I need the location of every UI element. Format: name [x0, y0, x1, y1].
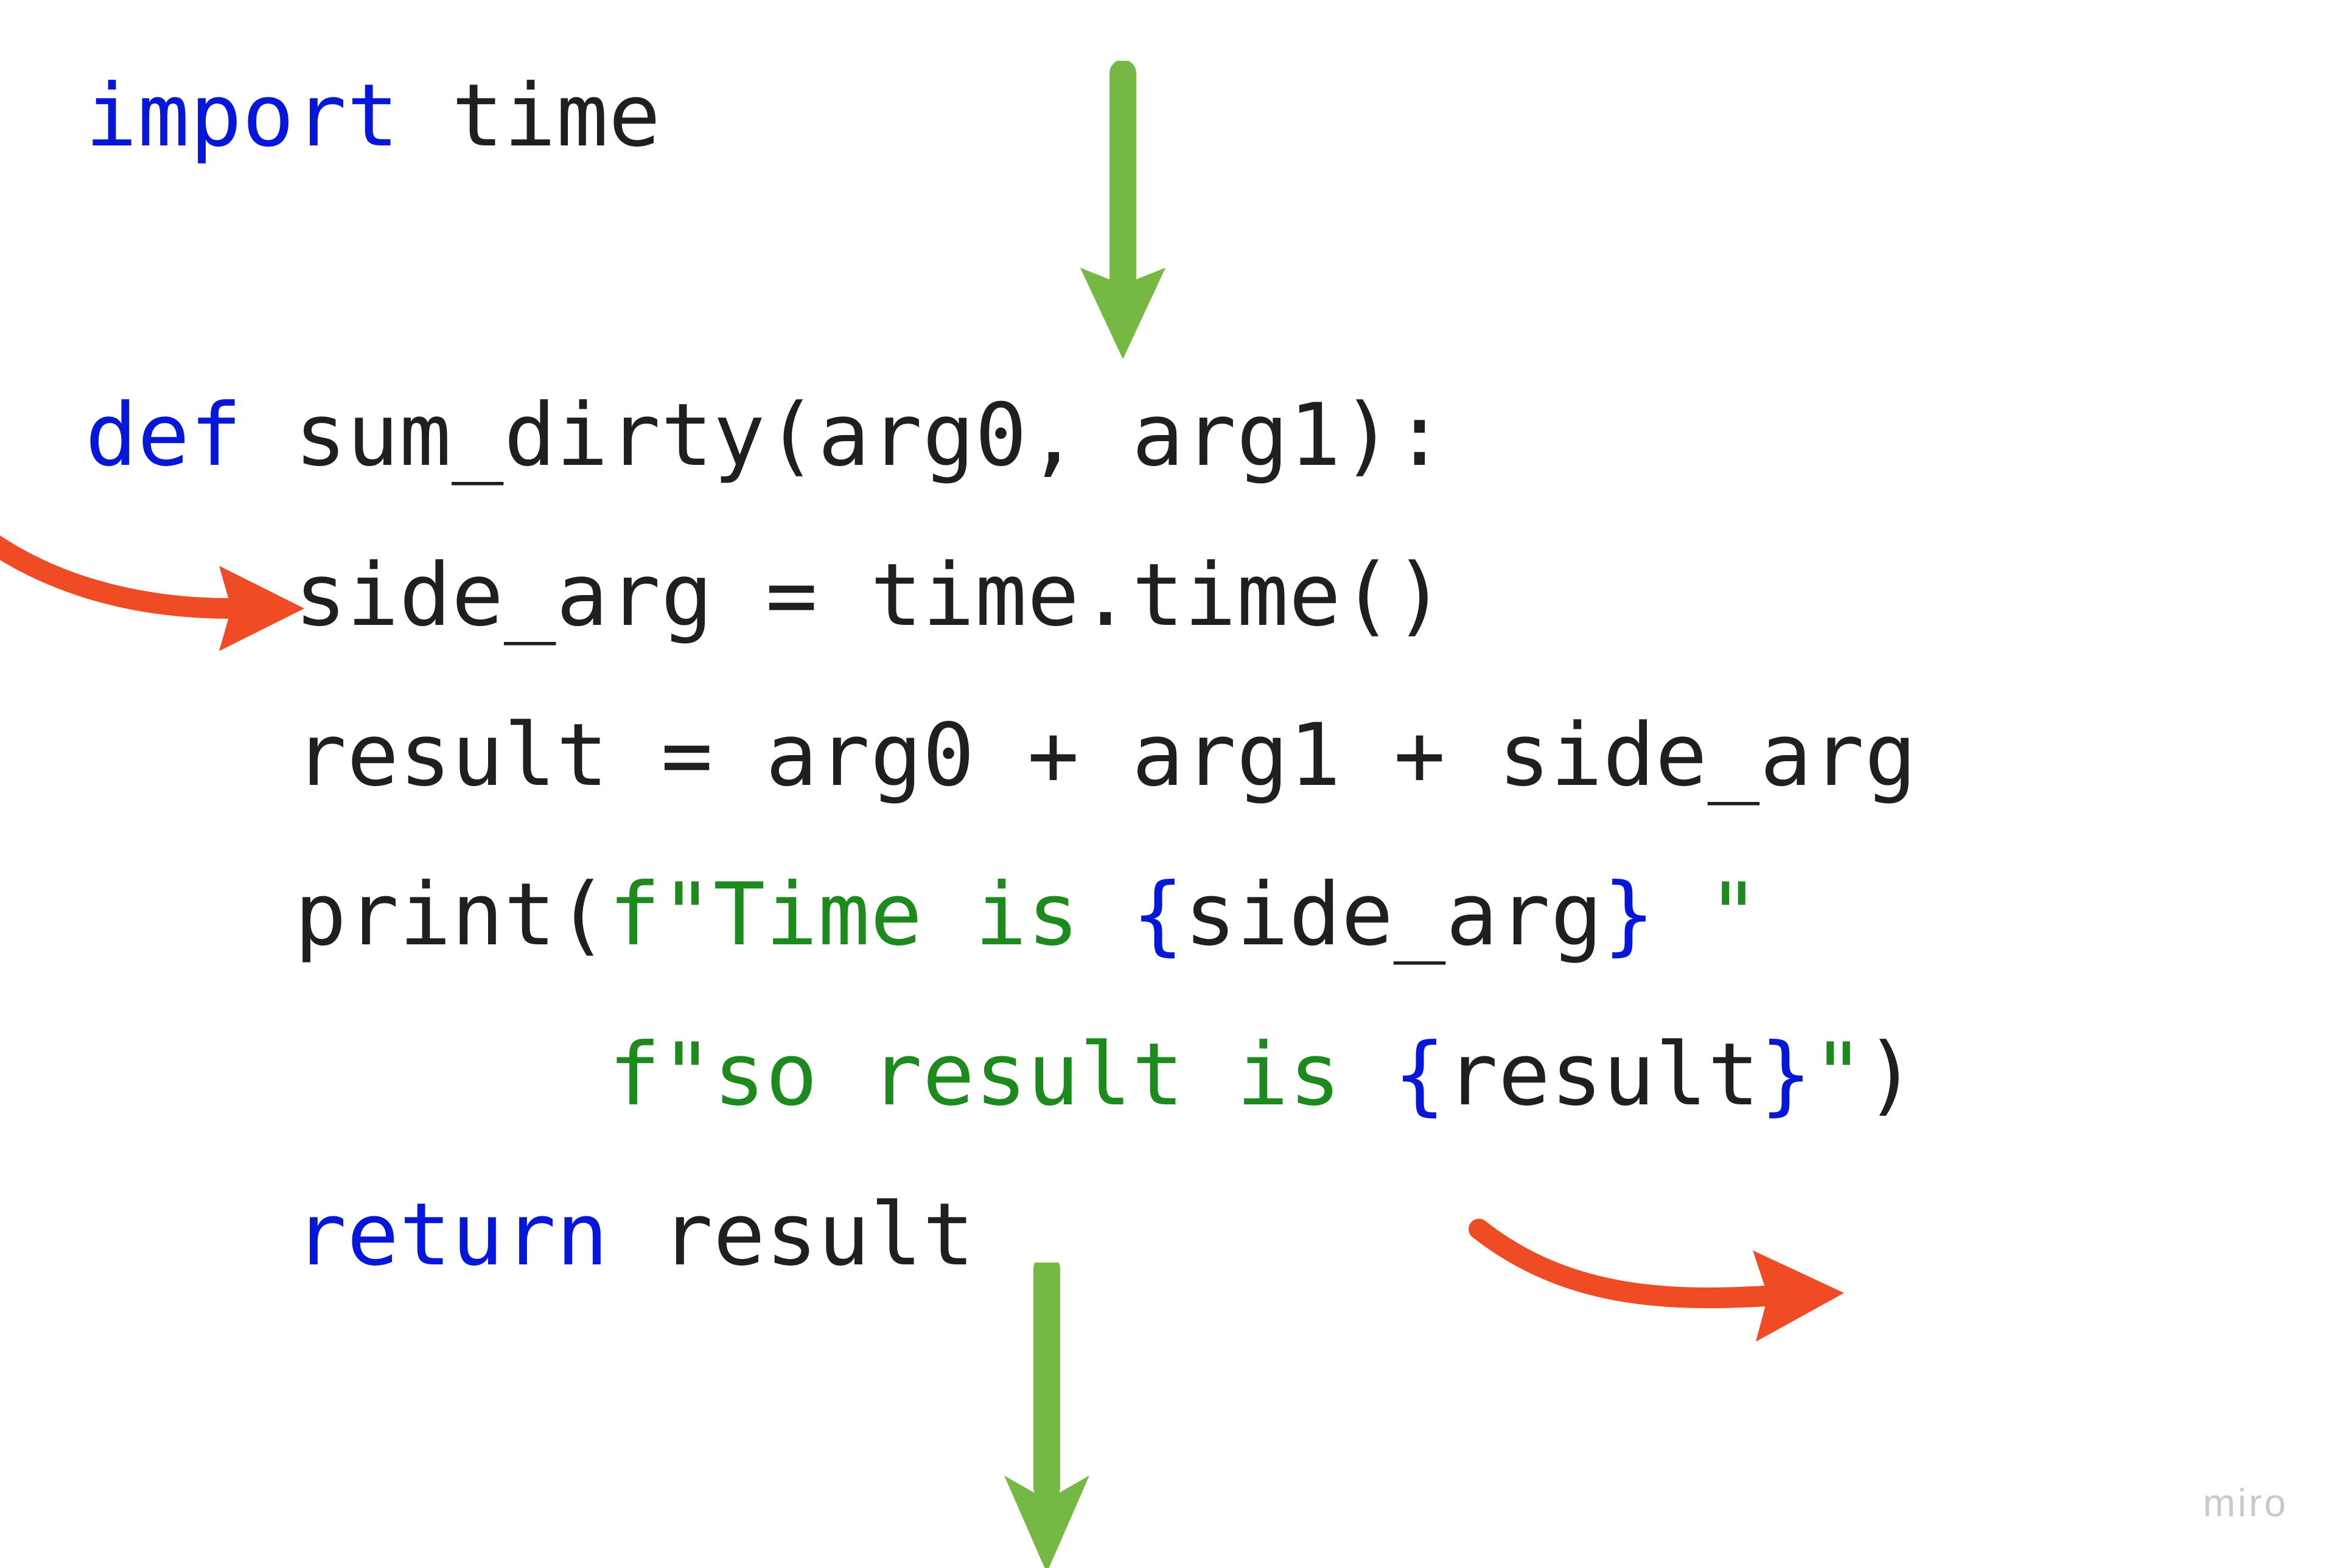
watermark: miro — [2203, 1480, 2288, 1525]
line-result: result = arg0 + arg1 + side_arg — [85, 705, 1917, 806]
fstr1-var: side_arg — [1184, 865, 1603, 965]
code-block: import time def sum_dirty(arg0, arg1): s… — [85, 37, 1917, 1315]
txt-time: time — [399, 66, 661, 166]
fstr1-rbrace: } — [1603, 865, 1655, 965]
fstr2-pad — [85, 1025, 609, 1125]
kw-import: import — [85, 66, 399, 166]
print-close: ) — [1865, 1025, 1917, 1125]
fstr2-var: result — [1446, 1025, 1760, 1125]
print-open: print( — [85, 865, 609, 965]
fstr2-rbrace: } — [1760, 1025, 1812, 1125]
return-val: result — [609, 1185, 975, 1285]
fstr2-head: f"so result is — [609, 1025, 1394, 1125]
fstr1-lbrace: { — [1132, 865, 1184, 965]
line-side-arg: side_arg = time.time() — [85, 545, 1446, 646]
fstr2-tail: " — [1812, 1025, 1865, 1125]
fstr1-head: f"Time is — [609, 865, 1132, 965]
return-pad — [85, 1185, 295, 1285]
kw-def: def — [85, 385, 242, 486]
fstr2-lbrace: { — [1394, 1025, 1446, 1125]
def-sig: sum_dirty(arg0, arg1): — [242, 385, 1446, 486]
kw-return: return — [295, 1185, 609, 1285]
fstr1-tail: " — [1655, 865, 1760, 965]
